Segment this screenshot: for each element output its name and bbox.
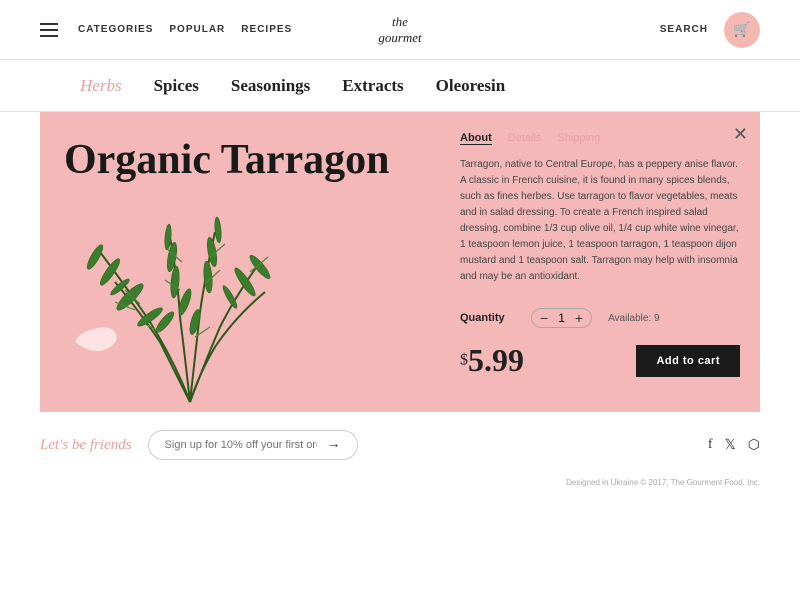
price-dollar: $ [460, 352, 468, 369]
search-label[interactable]: SEARCH [660, 24, 708, 35]
detail-tabs: About Details Shipping [460, 132, 740, 145]
qty-value: 1 [558, 311, 565, 325]
facebook-icon[interactable]: f [708, 437, 713, 453]
herb-image [40, 162, 360, 412]
product-detail-panel: ✕ About Details Shipping Tarragon, nativ… [450, 112, 760, 412]
nav-links: CATEGORIES POPULAR RECIPES [78, 24, 292, 35]
footer-area: Let's be friends → f 𝕏 ⬡ [0, 412, 800, 478]
cat-spices[interactable]: Spices [154, 76, 199, 96]
tab-about[interactable]: About [460, 132, 492, 145]
cat-extracts[interactable]: Extracts [342, 76, 403, 96]
footer-copyright: Designed in Ukraine © 2017, The Gourment… [0, 478, 800, 495]
category-nav: Herbs Spices Seasonings Extracts Oleores… [0, 60, 800, 112]
quantity-row: Quantity − 1 + Available: 9 [460, 308, 740, 328]
qty-decrease[interactable]: − [540, 311, 548, 325]
friends-label: Let's be friends [40, 437, 132, 454]
twitter-icon[interactable]: 𝕏 [724, 437, 735, 454]
price-row: $5.99 Add to cart [460, 342, 740, 379]
header-right: SEARCH 🛒 [660, 12, 760, 48]
divider [460, 297, 740, 298]
logo: the gourmet [378, 14, 421, 45]
tab-shipping[interactable]: Shipping [557, 132, 600, 145]
friends-section: Let's be friends → [40, 430, 358, 460]
add-to-cart-button[interactable]: Add to cart [636, 345, 740, 377]
product-area: Organic Tarragon [40, 112, 760, 412]
instagram-icon[interactable]: ⬡ [748, 437, 760, 454]
header: CATEGORIES POPULAR RECIPES the gourmet S… [0, 0, 800, 60]
cat-seasonings[interactable]: Seasonings [231, 76, 310, 96]
cat-oleoresin[interactable]: Oleoresin [436, 76, 506, 96]
qty-increase[interactable]: + [575, 311, 583, 325]
email-input-wrapper[interactable]: → [148, 430, 358, 460]
close-button[interactable]: ✕ [733, 124, 748, 145]
quantity-label: Quantity [460, 312, 515, 324]
price-display: $5.99 [460, 342, 524, 379]
cart-button[interactable]: 🛒 [724, 12, 760, 48]
product-description: Tarragon, native to Central Europe, has … [460, 157, 740, 285]
social-icons: f 𝕏 ⬡ [708, 437, 760, 454]
arrow-icon: → [327, 437, 341, 453]
header-left: CATEGORIES POPULAR RECIPES [40, 23, 292, 37]
cat-herbs[interactable]: Herbs [80, 76, 122, 96]
hamburger-icon[interactable] [40, 23, 58, 37]
quantity-control: − 1 + [531, 308, 592, 328]
email-input[interactable] [165, 439, 317, 451]
price-amount: 5.99 [468, 342, 524, 378]
nav-recipes[interactable]: RECIPES [241, 24, 292, 35]
available-label: Available: 9 [608, 313, 660, 324]
nav-categories[interactable]: CATEGORIES [78, 24, 153, 35]
nav-popular[interactable]: POPULAR [169, 24, 225, 35]
tab-details[interactable]: Details [508, 132, 542, 145]
